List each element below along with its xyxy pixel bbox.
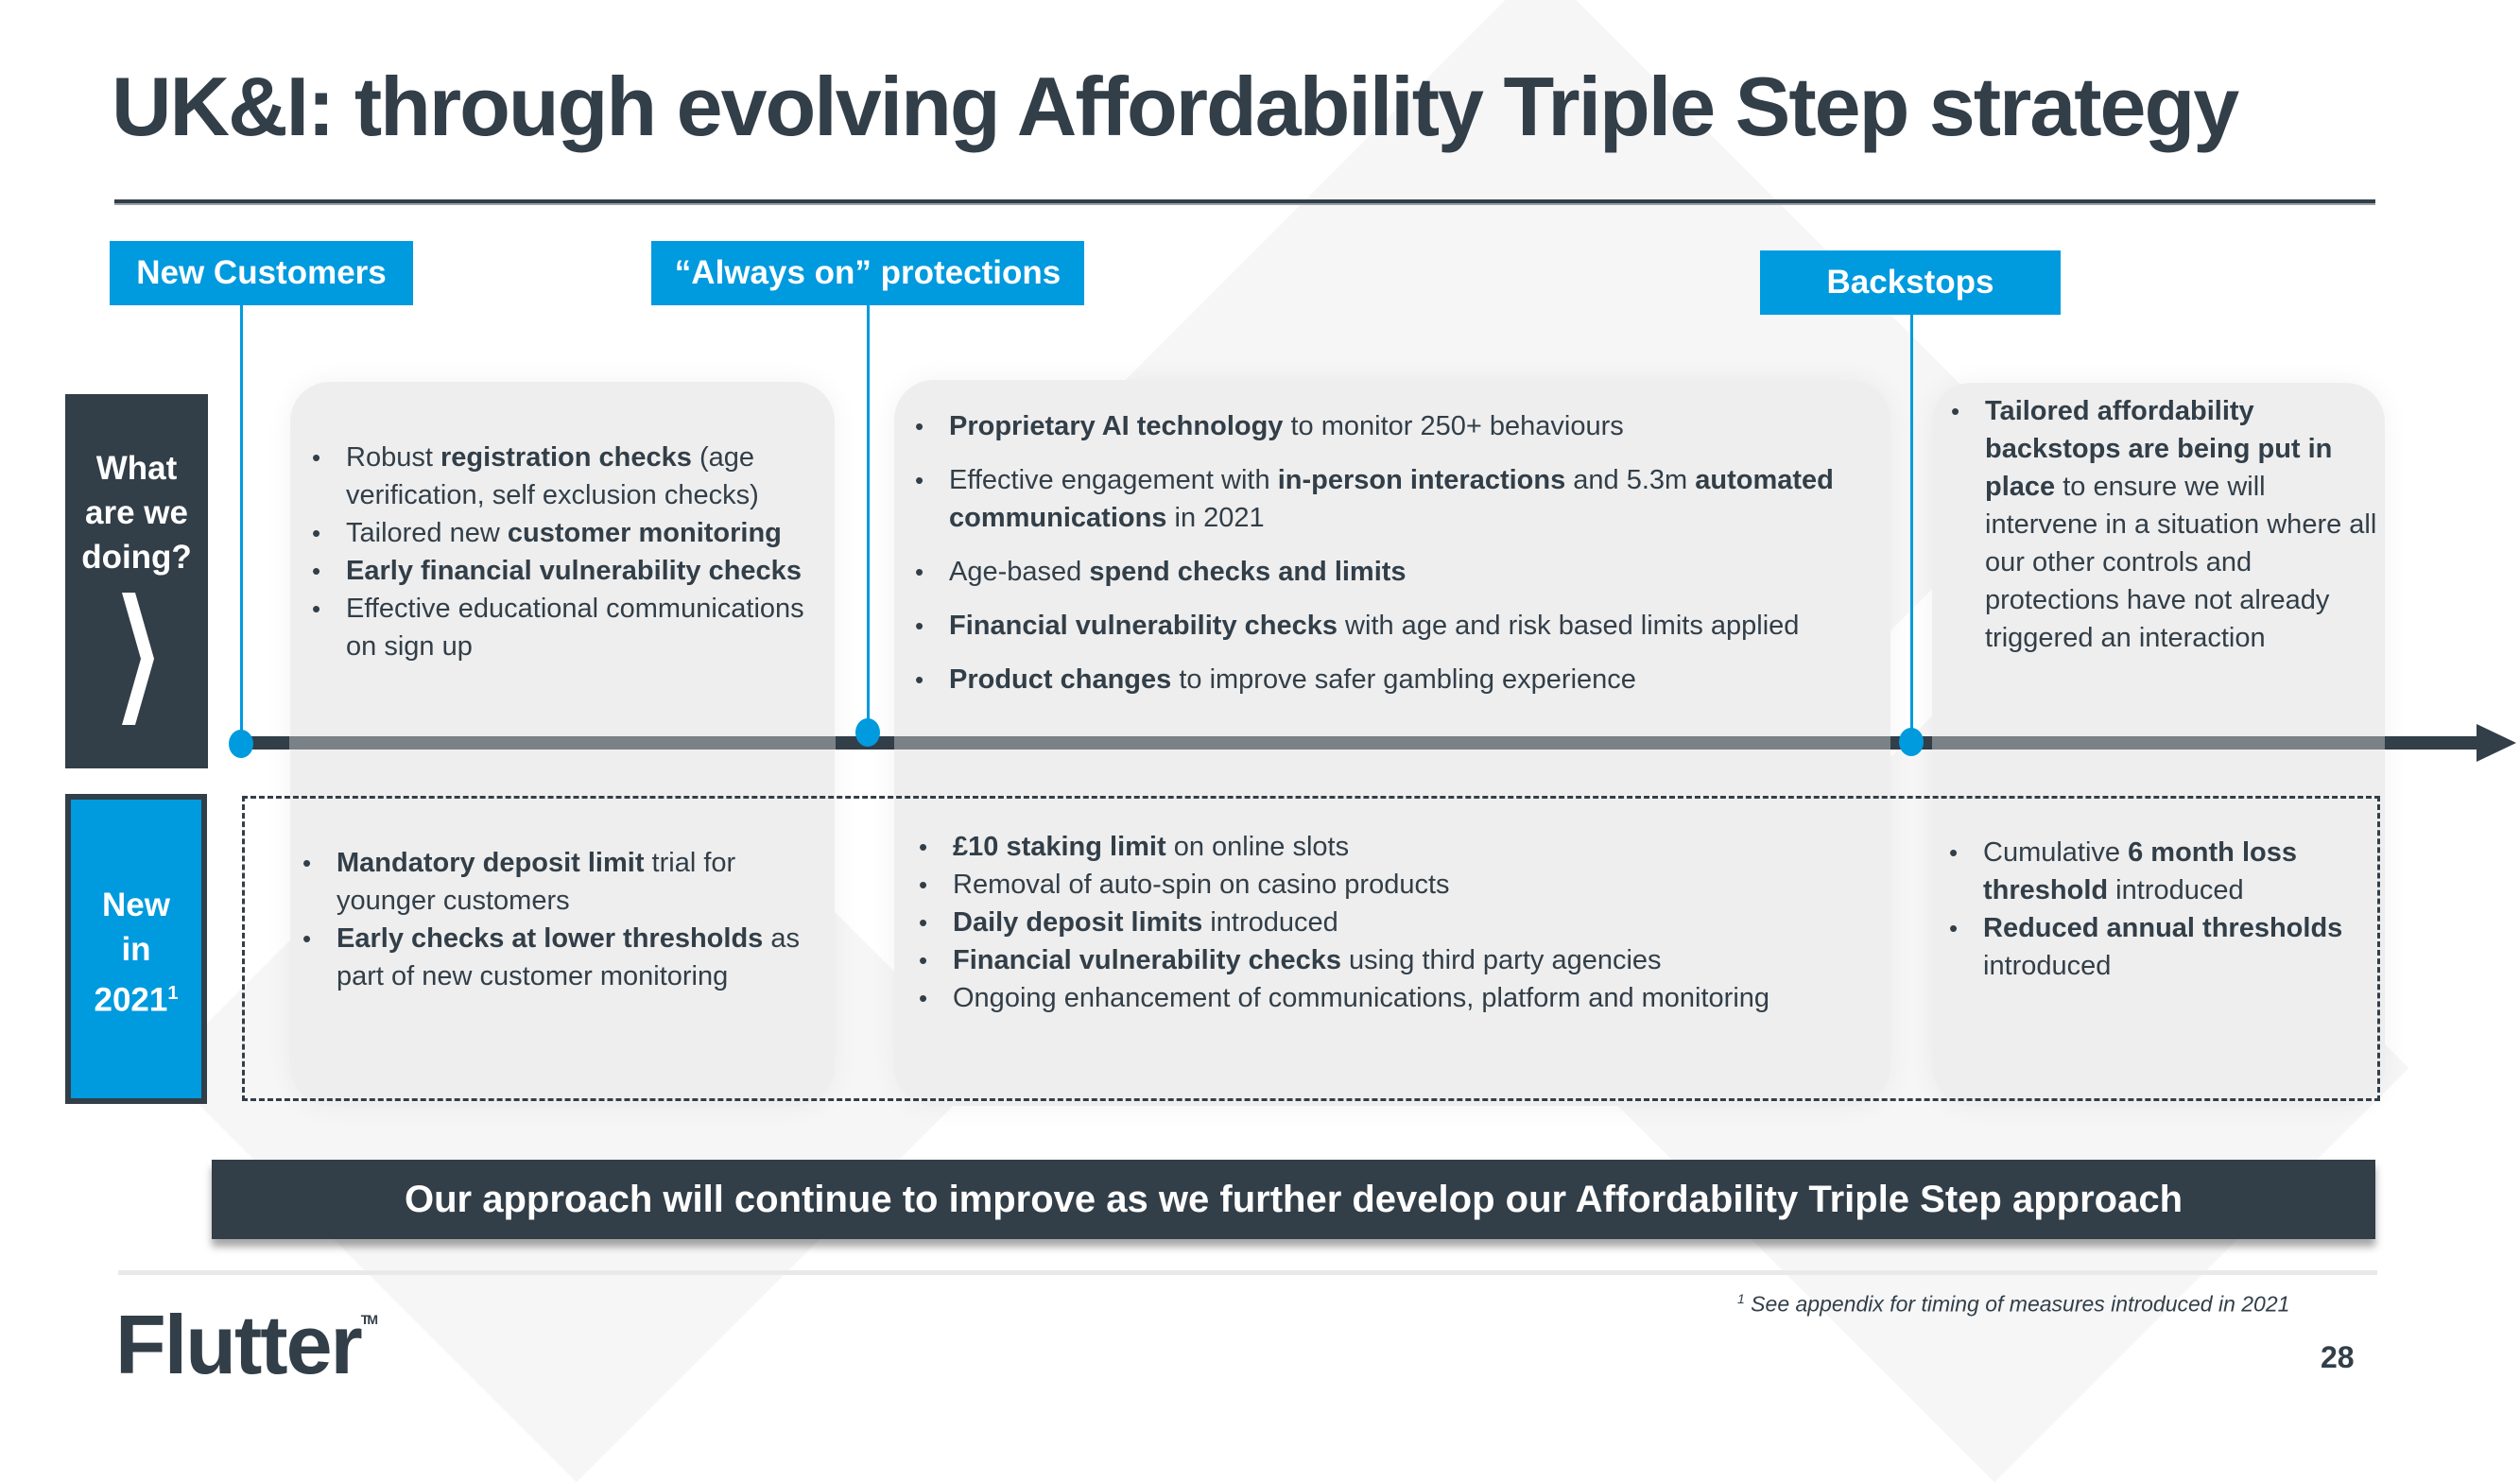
page-title: UK&I: through evolving Affordability Tri… bbox=[112, 60, 2239, 153]
flutter-logo: FlutterTM bbox=[115, 1297, 378, 1393]
list-item: Early checks at lower thresholds as part… bbox=[295, 920, 824, 995]
row-label-line: What bbox=[95, 450, 178, 487]
list-item: Proprietary AI technology to monitor 250… bbox=[907, 407, 1881, 445]
list-item: £10 staking limit on online slots bbox=[911, 828, 1885, 866]
timeline-bar bbox=[240, 736, 2480, 750]
chevron-right-icon bbox=[121, 593, 154, 725]
stage-connector-line bbox=[1910, 315, 1913, 740]
stage-label-always-on: “Always on” protections bbox=[651, 241, 1084, 305]
timeline-arrow-icon bbox=[2477, 724, 2516, 762]
footnote-marker: 1 bbox=[167, 983, 179, 1004]
list-item: Age-based spend checks and limits bbox=[907, 553, 1881, 591]
what-list-backstops: Tailored affordability backstops are bei… bbox=[1943, 392, 2383, 657]
list-item: Effective engagement with in-person inte… bbox=[907, 461, 1881, 537]
list-item: Daily deposit limits introduced bbox=[911, 904, 1885, 941]
list-item: Financial vulnerability checks using thi… bbox=[911, 941, 1885, 979]
row-label-line: doing? bbox=[81, 539, 192, 576]
stage-label-new-customers: New Customers bbox=[110, 241, 413, 305]
new-list-backstops: Cumulative 6 month loss threshold introd… bbox=[1942, 834, 2367, 985]
list-item: Product changes to improve safer gamblin… bbox=[907, 661, 1881, 698]
what-list-new-customers: Robust registration checks (age verifica… bbox=[304, 439, 815, 665]
timeline-segment-dark bbox=[2385, 736, 2479, 750]
list-item: Tailored new customer monitoring bbox=[304, 514, 815, 552]
header-divider bbox=[114, 199, 2375, 203]
list-item: Financial vulnerability checks with age … bbox=[907, 607, 1881, 645]
what-list-always-on: Proprietary AI technology to monitor 250… bbox=[907, 407, 1881, 715]
timeline-dot-backstops bbox=[1899, 728, 1924, 756]
list-item: Robust registration checks (age verifica… bbox=[304, 439, 815, 514]
row-label-line: in bbox=[121, 931, 151, 968]
list-item: Tailored affordability backstops are bei… bbox=[1943, 392, 2383, 657]
row-label-line: are we bbox=[85, 494, 188, 531]
logo-text: Flutter bbox=[115, 1298, 363, 1391]
footnote-marker: 1 bbox=[1737, 1291, 1745, 1306]
row-label-what-are-we-doing: What are we doing? bbox=[65, 394, 208, 768]
list-item: Reduced annual thresholds introduced bbox=[1942, 909, 2367, 985]
stage-connector-line bbox=[240, 305, 243, 740]
row-label-line: New bbox=[102, 887, 170, 923]
row-label-new-in-2021: New in 20211 bbox=[65, 794, 207, 1104]
new-list-new-customers: Mandatory deposit limit trial for younge… bbox=[295, 844, 824, 995]
list-item: Removal of auto-spin on casino products bbox=[911, 866, 1885, 904]
trademark-mark: TM bbox=[360, 1312, 378, 1327]
page-number: 28 bbox=[2321, 1340, 2355, 1374]
new-list-always-on: £10 staking limit on online slots Remova… bbox=[911, 828, 1885, 1017]
timeline-dot-new-customers bbox=[229, 730, 253, 758]
list-item: Effective educational communications on … bbox=[304, 590, 815, 665]
footnote: 1 See appendix for timing of measures in… bbox=[1737, 1291, 2289, 1318]
row-label-line: 20211 bbox=[71, 972, 201, 1023]
list-item: Mandatory deposit limit trial for younge… bbox=[295, 844, 824, 920]
list-item: Ongoing enhancement of communications, p… bbox=[911, 979, 1885, 1017]
stage-label-text: Backstops bbox=[1826, 264, 1994, 301]
stage-label-text: New Customers bbox=[136, 254, 387, 291]
timeline-dot-always-on bbox=[855, 718, 880, 747]
list-item: Early financial vulnerability checks bbox=[304, 552, 815, 590]
list-item: Cumulative 6 month loss threshold introd… bbox=[1942, 834, 2367, 909]
stage-label-text: “Always on” protections bbox=[674, 254, 1062, 291]
row-label-year: 2021 bbox=[94, 981, 168, 1019]
footnote-text: See appendix for timing of measures intr… bbox=[1744, 1291, 2290, 1317]
summary-banner-text: Our approach will continue to improve as… bbox=[404, 1178, 2183, 1220]
footer-divider bbox=[118, 1270, 2377, 1275]
summary-banner: Our approach will continue to improve as… bbox=[212, 1160, 2375, 1239]
stage-connector-line bbox=[867, 305, 870, 731]
stage-label-backstops: Backstops bbox=[1760, 250, 2061, 315]
